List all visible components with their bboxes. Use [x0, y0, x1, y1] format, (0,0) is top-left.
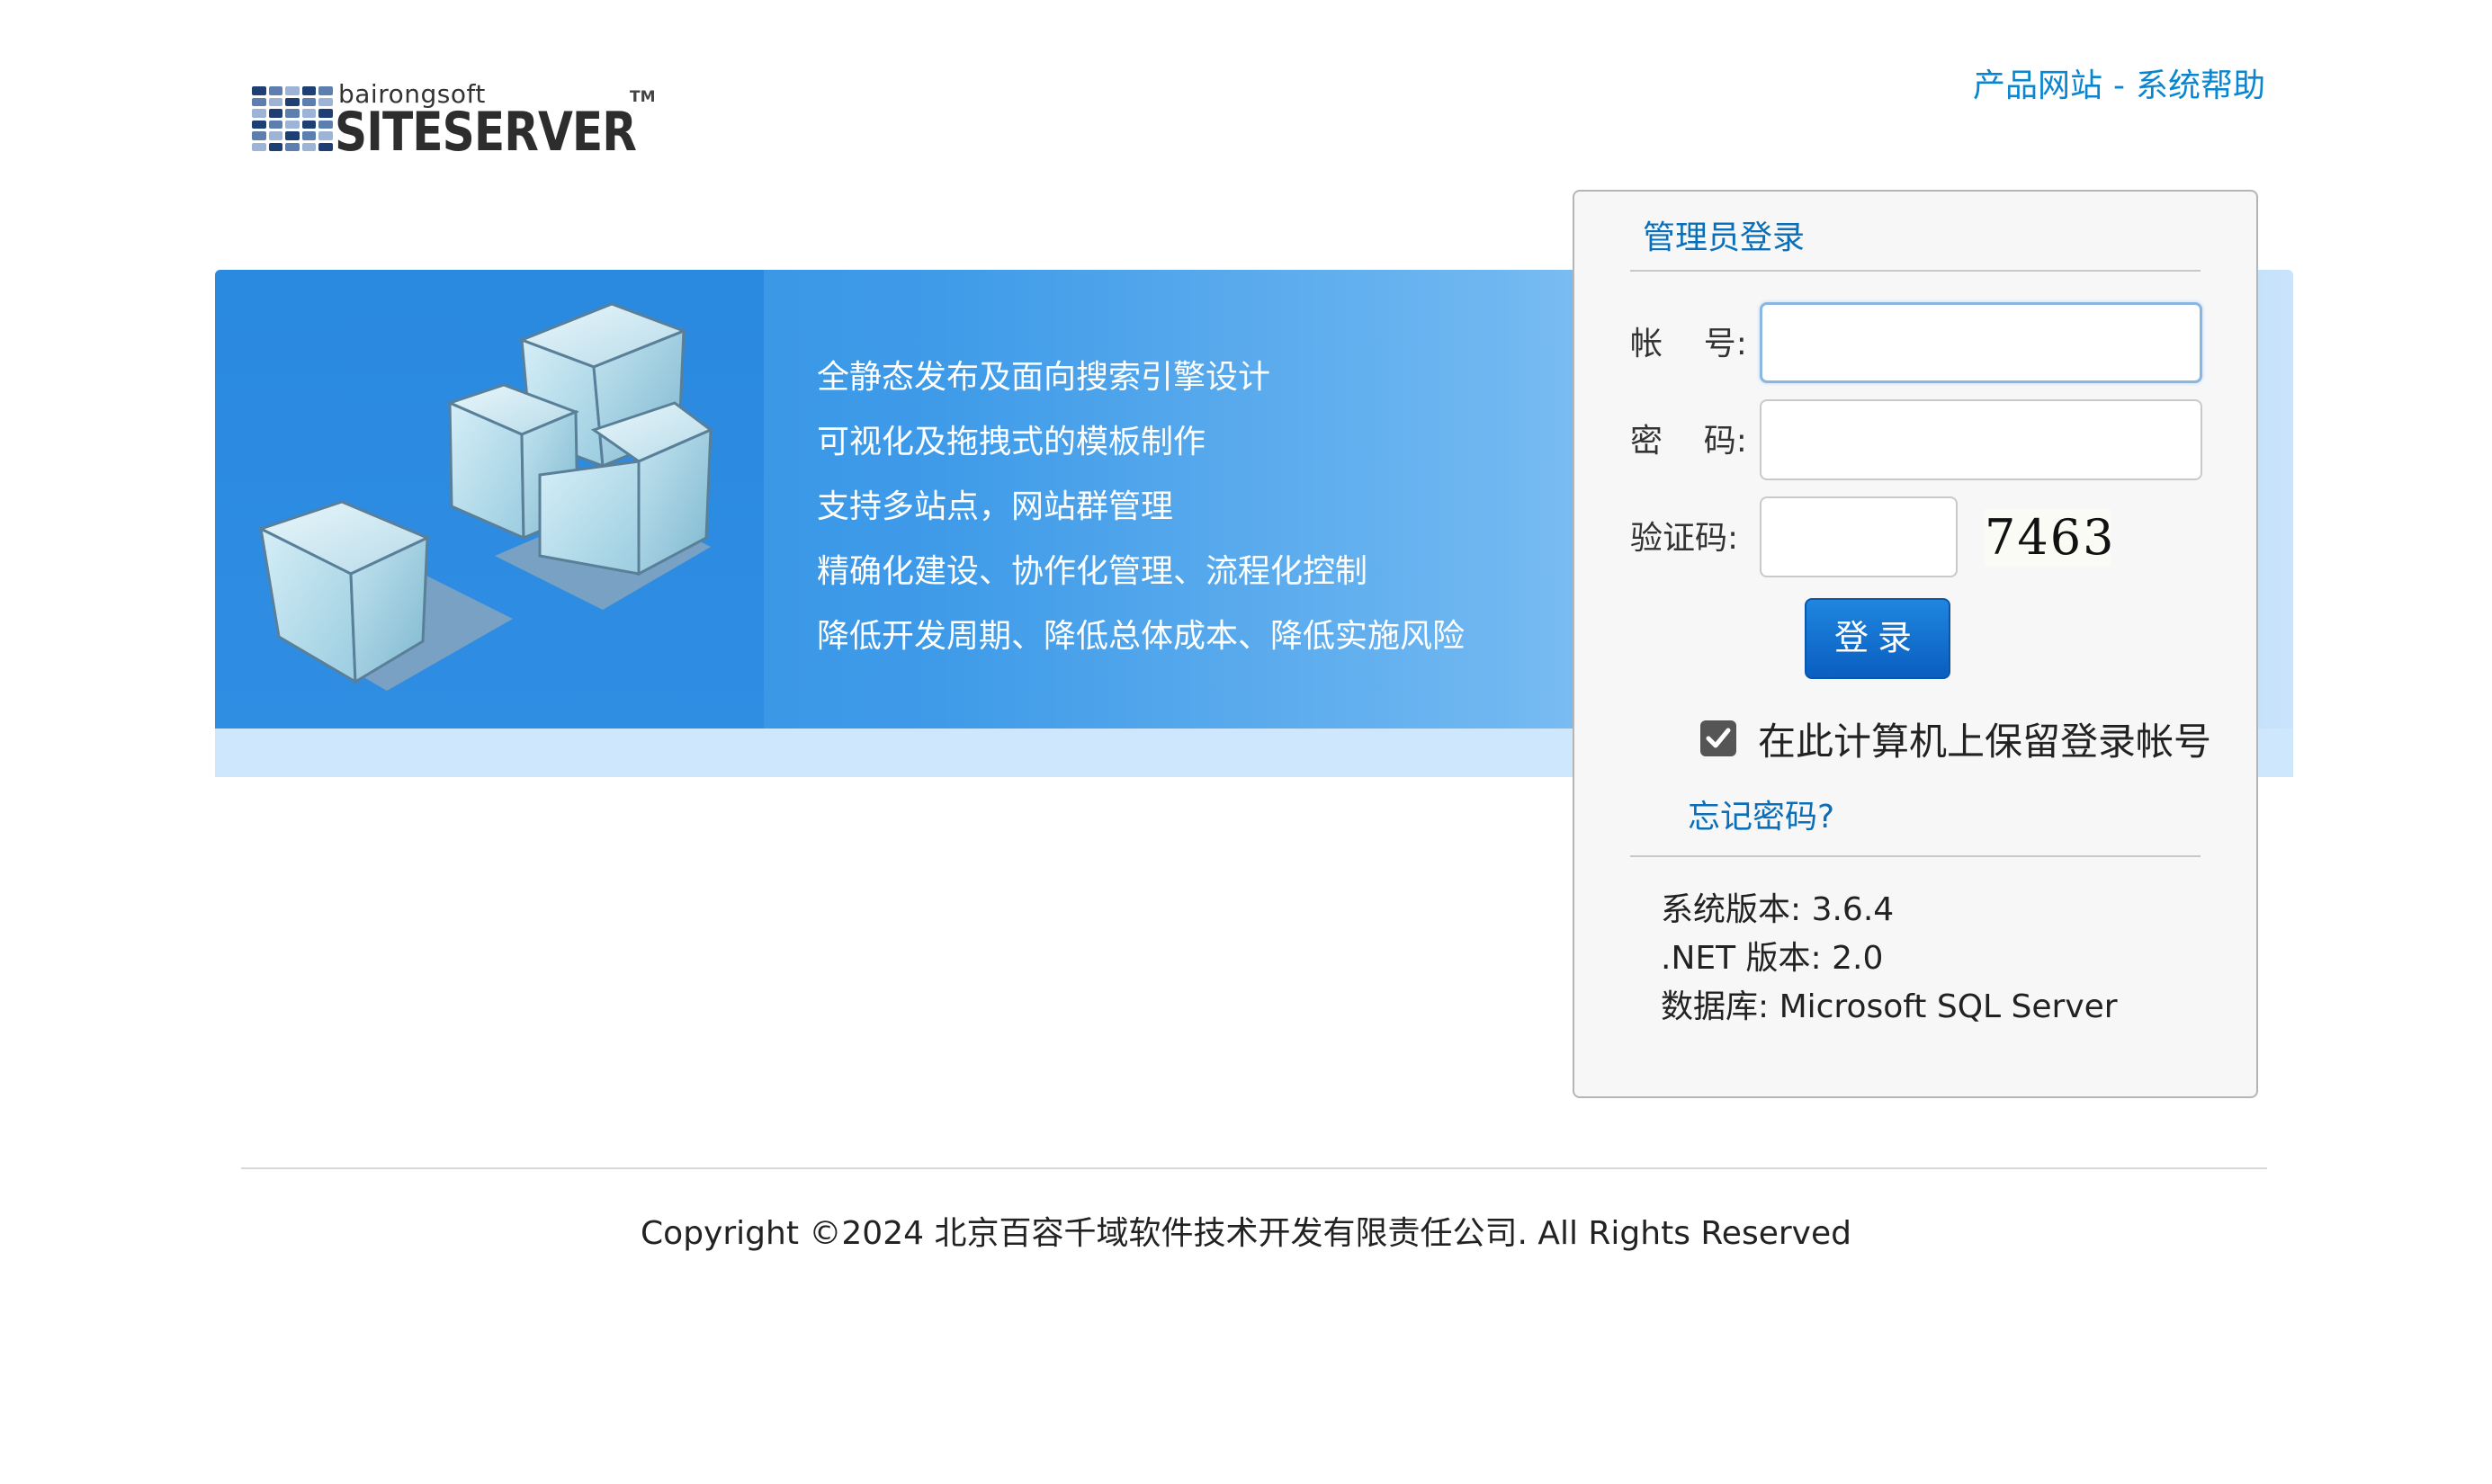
captcha-input[interactable] — [1760, 496, 1958, 577]
logo-grid-cell — [285, 142, 300, 151]
logo-grid-cell — [318, 109, 333, 118]
logo-name: SITESERVER — [335, 101, 637, 164]
logo-grid-cell — [252, 109, 266, 118]
logo-grid-cell — [252, 131, 266, 140]
login-button[interactable]: 登录 — [1805, 598, 1950, 679]
info-divider — [1630, 855, 2201, 857]
logo-grid-cell — [252, 142, 266, 151]
logo-grid-cell — [252, 97, 266, 106]
system-info: 系统版本: 3.6.4 .NET 版本: 2.0 数据库: Microsoft … — [1661, 886, 2118, 1032]
logo-grid-cell — [252, 86, 266, 95]
logo-grid-cell — [301, 120, 317, 129]
logo-grid-cell — [285, 97, 300, 106]
logo-grid-cell — [268, 86, 283, 95]
logo-grid-cell — [318, 120, 333, 129]
remember-checkbox[interactable] — [1700, 720, 1736, 756]
password-label: 密 码: — [1630, 423, 1747, 460]
checkmark-icon — [1706, 728, 1731, 748]
feature-item: 全静态发布及面向搜索引擎设计 — [817, 359, 1271, 396]
top-links: 产品网站 - 系统帮助 — [1973, 59, 2265, 106]
login-panel: 管理员登录 帐 号: 密 码: 验证码: 7463 登录 在此计算机上保留登录帐… — [1573, 190, 2258, 1098]
dotnet-version: .NET 版本: 2.0 — [1661, 940, 1884, 977]
product-site-link[interactable]: 产品网站 — [1973, 67, 2102, 104]
logo-grid-cell — [301, 109, 317, 118]
siteserver-logo: bairongsoft SITESERVER TM — [252, 79, 666, 164]
system-version: 系统版本: 3.6.4 — [1661, 891, 1895, 928]
logo-grid-cell — [268, 97, 283, 106]
feature-item: 精确化建设、协作化管理、流程化控制 — [817, 553, 1368, 590]
logo-grid-cell — [318, 142, 333, 151]
logo-grid-cell — [285, 86, 300, 95]
feature-item: 降低开发周期、降低总体成本、降低实施风险 — [817, 618, 1466, 655]
remember-label: 在此计算机上保留登录帐号 — [1758, 719, 2212, 764]
logo-grid-cell — [285, 131, 300, 140]
footer-divider — [241, 1167, 2267, 1169]
captcha-image[interactable]: 7463 — [1985, 509, 2113, 567]
captcha-label: 验证码: — [1630, 520, 1739, 557]
logo-grid-cell — [301, 86, 317, 95]
feature-item: 支持多站点，网站群管理 — [817, 488, 1174, 525]
logo-grid-cell — [268, 142, 283, 151]
feature-list: 全静态发布及面向搜索引擎设计 可视化及拖拽式的模板制作 支持多站点，网站群管理 … — [817, 345, 1465, 669]
logo-trademark: TM — [630, 88, 656, 106]
logo-grid-cell — [268, 120, 283, 129]
logo-grid-cell — [252, 120, 266, 129]
title-divider — [1630, 270, 2201, 272]
cubes-illustration — [257, 302, 713, 691]
logo-grid-cell — [268, 109, 283, 118]
cube-front — [257, 500, 431, 684]
copyright: Copyright ©2024 北京百容千域软件技术开发有限责任公司. All … — [641, 1215, 1851, 1252]
remember-option[interactable]: 在此计算机上保留登录帐号 — [1700, 713, 2211, 764]
logo-grid-cell — [318, 86, 333, 95]
logo-grid-icon — [252, 86, 333, 151]
help-link[interactable]: 系统帮助 — [2136, 67, 2265, 104]
top-links-separator: - — [2112, 67, 2125, 104]
password-input[interactable] — [1760, 399, 2202, 480]
account-label: 帐 号: — [1630, 326, 1747, 362]
logo-grid-cell — [268, 131, 283, 140]
logo-grid-cell — [318, 131, 333, 140]
database-info: 数据库: Microsoft SQL Server — [1661, 988, 2118, 1025]
logo-grid-cell — [318, 97, 333, 106]
feature-item: 可视化及拖拽式的模板制作 — [817, 424, 1206, 460]
account-input[interactable] — [1760, 302, 2202, 383]
logo-grid-cell — [285, 120, 300, 129]
logo-grid-cell — [301, 131, 317, 140]
forgot-password-link[interactable]: 忘记密码? — [1688, 791, 1834, 837]
logo-grid-cell — [301, 142, 317, 151]
logo-grid-cell — [285, 109, 300, 118]
logo-grid-cell — [301, 97, 317, 106]
login-title: 管理员登录 — [1643, 219, 1806, 256]
